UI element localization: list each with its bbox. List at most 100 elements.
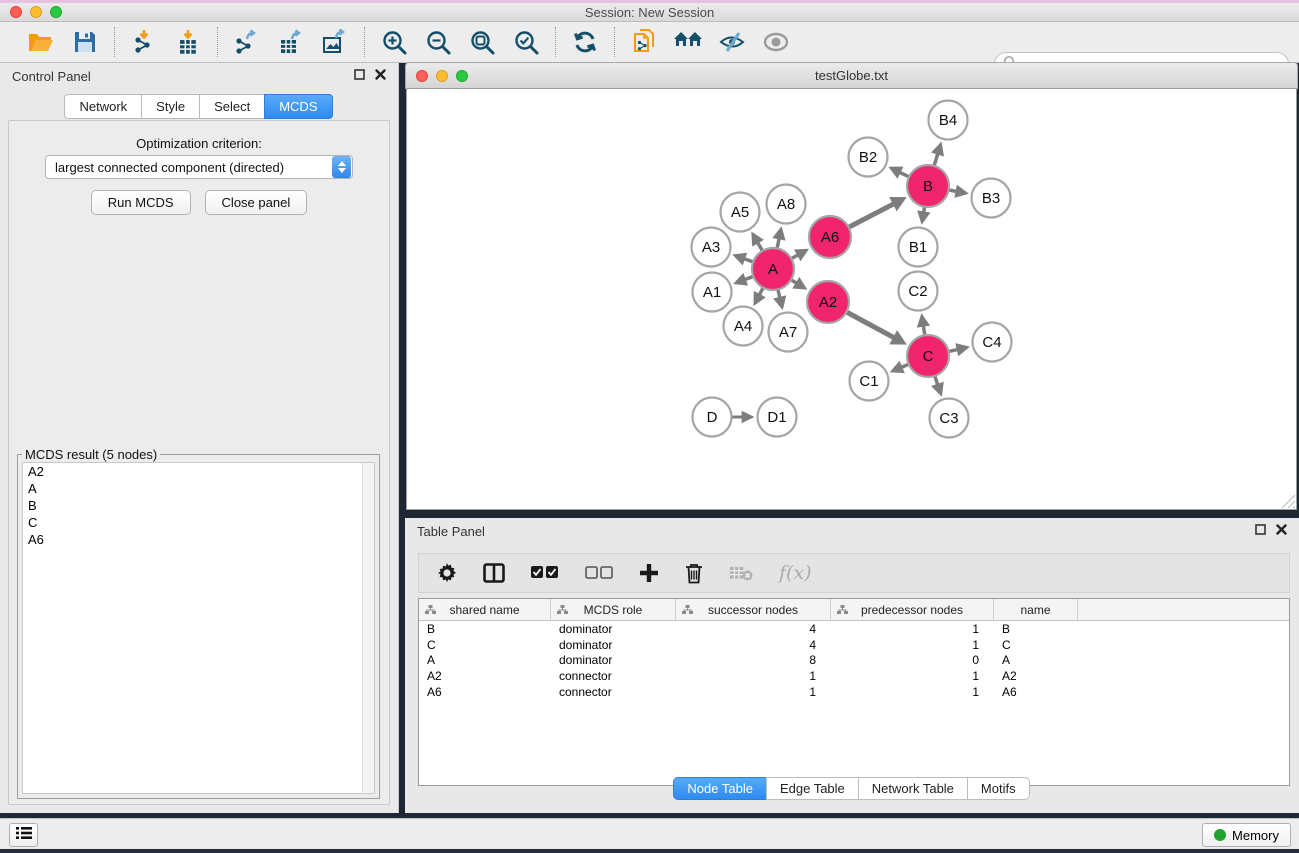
tab-mcds[interactable]: MCDS bbox=[264, 94, 332, 119]
edge-B-B4[interactable] bbox=[934, 153, 938, 167]
result-item[interactable]: B bbox=[23, 497, 374, 514]
home-icon[interactable] bbox=[673, 27, 703, 57]
column-header-predecessor-nodes[interactable]: predecessor nodes bbox=[831, 599, 994, 620]
close-table-panel-icon[interactable] bbox=[1276, 522, 1287, 540]
close-panel-icon[interactable] bbox=[375, 67, 386, 85]
network-canvas[interactable]: B4 B2 B B3 A8A5 A6 B1 A3 A A1 C2 A2 A4A7 C4 C C1 C3 D D1 bbox=[406, 89, 1297, 510]
node-D[interactable]: D bbox=[693, 398, 732, 437]
cell: B bbox=[994, 622, 1078, 636]
delete-icon[interactable] bbox=[685, 559, 703, 587]
node-B[interactable]: B bbox=[907, 165, 949, 207]
save-session-icon[interactable] bbox=[70, 27, 100, 57]
export-network-icon[interactable] bbox=[232, 27, 262, 57]
tab-select[interactable]: Select bbox=[199, 94, 265, 119]
refresh-icon[interactable] bbox=[570, 27, 600, 57]
mcds-result-list[interactable]: A2ABCA6 bbox=[22, 462, 375, 794]
column-label: MCDS role bbox=[584, 603, 643, 617]
function-icon: f(x) bbox=[779, 559, 812, 587]
cell: 1 bbox=[831, 685, 994, 699]
table-row[interactable]: Adominator80A bbox=[419, 653, 1289, 669]
node-A7[interactable]: A7 bbox=[769, 313, 808, 352]
cell: dominator bbox=[551, 638, 676, 652]
column-header-successor-nodes[interactable]: successor nodes bbox=[676, 599, 831, 620]
zoom-selected-icon[interactable] bbox=[511, 27, 541, 57]
zoom-fit-icon[interactable] bbox=[467, 27, 497, 57]
column-header-shared-name[interactable]: shared name bbox=[419, 599, 551, 620]
import-network-icon[interactable] bbox=[129, 27, 159, 57]
node-B1[interactable]: B1 bbox=[899, 228, 938, 267]
result-item[interactable]: A bbox=[23, 480, 374, 497]
main-titlebar: Session: New Session bbox=[0, 3, 1299, 22]
edge-A6-B[interactable] bbox=[848, 203, 895, 227]
deselect-all-icon[interactable] bbox=[585, 559, 613, 587]
zoom-out-icon[interactable] bbox=[423, 27, 453, 57]
column-label: name bbox=[1020, 603, 1050, 617]
result-item[interactable]: C bbox=[23, 514, 374, 531]
open-session-icon[interactable] bbox=[26, 27, 56, 57]
column-header-name[interactable]: name bbox=[994, 599, 1078, 620]
tab-edge-table[interactable]: Edge Table bbox=[766, 777, 859, 800]
tab-node-table[interactable]: Node Table bbox=[673, 777, 767, 800]
result-item[interactable]: A6 bbox=[23, 531, 374, 548]
delete-table-icon bbox=[729, 559, 753, 587]
node-C[interactable]: C bbox=[907, 335, 949, 377]
node-C2[interactable]: C2 bbox=[899, 272, 938, 311]
zoom-in-icon[interactable] bbox=[379, 27, 409, 57]
select-all-icon[interactable] bbox=[531, 559, 559, 587]
add-icon[interactable] bbox=[639, 559, 659, 587]
export-table-icon[interactable] bbox=[276, 27, 306, 57]
node-C1[interactable]: C1 bbox=[850, 362, 889, 401]
export-image-icon[interactable] bbox=[320, 27, 350, 57]
node-A6[interactable]: A6 bbox=[809, 216, 851, 258]
close-panel-button[interactable]: Close panel bbox=[205, 190, 308, 215]
node-A8[interactable]: A8 bbox=[767, 185, 806, 224]
node-A[interactable]: A bbox=[752, 248, 794, 290]
run-mcds-button[interactable]: Run MCDS bbox=[91, 190, 191, 215]
list-icon bbox=[16, 826, 32, 845]
table-row[interactable]: Cdominator41C bbox=[419, 637, 1289, 653]
cell: A2 bbox=[419, 669, 551, 683]
edge-A2-C[interactable] bbox=[846, 312, 895, 339]
node-D1[interactable]: D1 bbox=[758, 398, 797, 437]
tab-network-table[interactable]: Network Table bbox=[858, 777, 968, 800]
optimization-criterion-select[interactable]: largest connected component (directed) bbox=[45, 155, 353, 179]
columns-icon[interactable] bbox=[483, 559, 505, 587]
node-A1[interactable]: A1 bbox=[693, 273, 732, 312]
tab-motifs[interactable]: Motifs bbox=[967, 777, 1030, 800]
table-row[interactable]: A2connector11A2 bbox=[419, 668, 1289, 684]
node-B2[interactable]: B2 bbox=[849, 138, 888, 177]
settings-gear-icon[interactable] bbox=[437, 559, 457, 587]
float-panel-icon[interactable] bbox=[354, 67, 365, 85]
node-A5[interactable]: A5 bbox=[721, 193, 760, 232]
edit-column-icon bbox=[837, 604, 848, 618]
tab-style[interactable]: Style bbox=[141, 94, 200, 119]
result-list-scrollbar[interactable] bbox=[362, 463, 374, 793]
node-B4[interactable]: B4 bbox=[929, 101, 968, 140]
table-row[interactable]: Bdominator41B bbox=[419, 621, 1289, 637]
float-table-panel-icon[interactable] bbox=[1255, 522, 1266, 540]
network-graph[interactable]: B4 B2 B B3 A8A5 A6 B1 A3 A A1 C2 A2 A4A7 C4 C C1 C3 D D1 bbox=[407, 89, 1298, 510]
result-item[interactable]: A2 bbox=[23, 463, 374, 480]
clone-network-icon[interactable] bbox=[629, 27, 659, 57]
hide-details-icon[interactable] bbox=[717, 27, 747, 57]
network-window-titlebar[interactable]: testGlobe.txt bbox=[405, 62, 1298, 89]
table-row[interactable]: A6connector11A6 bbox=[419, 684, 1289, 700]
tab-network[interactable]: Network bbox=[64, 94, 142, 119]
control-panel: Control Panel NetworkStyleSelectMCDS Opt… bbox=[0, 63, 399, 813]
resize-grip[interactable] bbox=[1281, 494, 1295, 508]
node-A3[interactable]: A3 bbox=[692, 228, 731, 267]
edge-arrowhead bbox=[742, 411, 755, 424]
node-A2[interactable]: A2 bbox=[807, 281, 849, 323]
node-label: B2 bbox=[859, 149, 877, 166]
memory-button[interactable]: Memory bbox=[1202, 823, 1291, 847]
node-table[interactable]: shared name MCDS role successor nodesprede… bbox=[418, 598, 1290, 786]
column-header-MCDS-role[interactable]: MCDS role bbox=[551, 599, 676, 620]
import-table-icon[interactable] bbox=[173, 27, 203, 57]
node-C4[interactable]: C4 bbox=[973, 323, 1012, 362]
node-C3[interactable]: C3 bbox=[930, 399, 969, 438]
node-B3[interactable]: B3 bbox=[972, 179, 1011, 218]
node-A4[interactable]: A4 bbox=[724, 307, 763, 346]
eye-icon[interactable] bbox=[761, 27, 791, 57]
task-history-button[interactable] bbox=[9, 823, 38, 847]
control-panel-title: Control Panel bbox=[12, 69, 354, 84]
